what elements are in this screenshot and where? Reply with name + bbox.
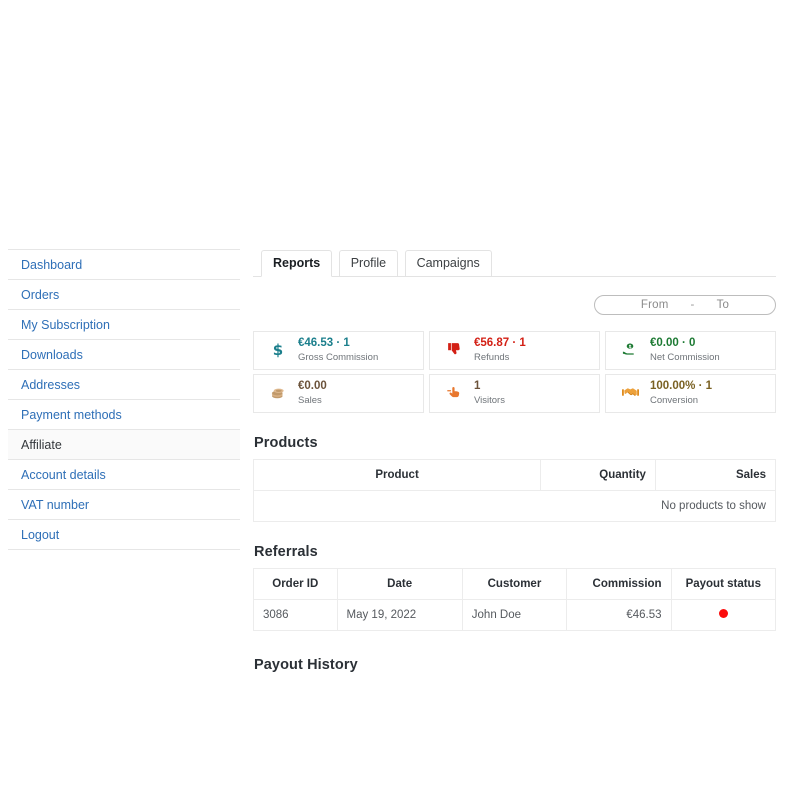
sidebar-item-label: Orders: [21, 288, 60, 302]
sidebar-item-vat-number[interactable]: VAT number: [8, 490, 240, 520]
sidebar-item-orders[interactable]: Orders: [8, 280, 240, 310]
column-header-payout-status: Payout status: [670, 568, 777, 600]
tab-profile[interactable]: Profile: [338, 250, 399, 277]
stat-label: Visitors: [474, 395, 505, 406]
stat-card-conversion: 100.00% · 1 Conversion: [605, 374, 776, 413]
sidebar-item-label: My Subscription: [21, 318, 110, 332]
sidebar-item-account-details[interactable]: Account details: [8, 460, 240, 490]
column-header-product: Product: [252, 459, 542, 491]
stat-value: €46.53 · 1: [298, 337, 350, 349]
tab-label: Profile: [350, 256, 387, 270]
tab-label: Reports: [273, 256, 321, 270]
stat-value: €0.00 · 0: [650, 337, 696, 349]
table-header-row: Product Quantity Sales: [252, 459, 777, 491]
cell-commission: €46.53: [566, 599, 672, 631]
sidebar-item-label: Dashboard: [21, 258, 83, 272]
stat-card-visitors: 1 Visitors: [429, 374, 600, 413]
sidebar-item-downloads[interactable]: Downloads: [8, 340, 240, 370]
column-header-sales: Sales: [654, 459, 777, 491]
stat-label: Refunds: [474, 352, 510, 363]
sidebar-item-addresses[interactable]: Addresses: [8, 370, 240, 400]
dollar-sign-icon: $: [272, 341, 284, 359]
date-range-from-value[interactable]: From: [641, 299, 669, 311]
products-table: Product Quantity Sales No products to sh…: [252, 459, 777, 522]
referrals-section-title: Referrals: [254, 544, 318, 560]
cell-date: May 19, 2022: [336, 599, 463, 631]
stat-label: Net Commission: [650, 352, 720, 363]
thumbs-down-icon: [440, 341, 468, 361]
stat-label: Sales: [298, 395, 322, 406]
sidebar-item-payment-methods[interactable]: Payment methods: [8, 400, 240, 430]
tab-campaigns[interactable]: Campaigns: [404, 250, 492, 277]
stat-card-sales: €0.00 Sales: [253, 374, 424, 413]
date-range-picker[interactable]: From - To: [594, 295, 776, 315]
table-header-row: Order ID Date Customer Commission Payout…: [253, 568, 777, 600]
column-header-quantity: Quantity: [540, 459, 656, 491]
column-header-order-id: Order ID: [253, 568, 338, 600]
sidebar-item-label: Account details: [21, 468, 106, 482]
affiliate-main-content: Reports Profile Campaigns From - To $ €4…: [252, 249, 777, 681]
stats-card-grid: $ €46.53 · 1 Gross Commission €56.87 · 1…: [253, 331, 776, 413]
sidebar-item-my-subscription[interactable]: My Subscription: [8, 310, 240, 340]
affiliate-dashboard-page: Dashboard Orders My Subscription Downloa…: [0, 0, 800, 800]
stat-value: 100.00% · 1: [650, 380, 713, 392]
sidebar-item-label: Addresses: [21, 378, 81, 392]
products-empty-message: No products to show: [253, 490, 776, 522]
sidebar-item-label: Payment methods: [21, 408, 122, 422]
stat-card-gross-commission: $ €46.53 · 1 Gross Commission: [253, 331, 424, 370]
pointing-hand-icon: [440, 384, 468, 404]
affiliate-tab-bar: Reports Profile Campaigns: [253, 249, 776, 277]
stat-label: Gross Commission: [298, 352, 379, 363]
tab-reports[interactable]: Reports: [261, 250, 333, 277]
table-empty-row: No products to show: [253, 490, 776, 522]
referrals-table: Order ID Date Customer Commission Payout…: [253, 568, 777, 631]
sidebar-item-label: Affiliate: [21, 438, 62, 452]
sidebar-item-label: VAT number: [21, 498, 90, 512]
cell-order-id: 3086: [253, 599, 338, 631]
column-header-date: Date: [336, 568, 463, 600]
sidebar-item-label: Logout: [21, 528, 60, 542]
date-range-to-value[interactable]: To: [717, 299, 730, 311]
column-header-customer: Customer: [461, 568, 568, 600]
cell-payout-status: [670, 599, 777, 631]
handshake-icon: [616, 384, 644, 404]
stat-value: 1: [474, 380, 481, 392]
account-sidebar-nav: Dashboard Orders My Subscription Downloa…: [8, 249, 240, 550]
sidebar-item-label: Downloads: [21, 348, 83, 362]
date-range-row: From - To: [253, 295, 776, 315]
status-badge: [718, 609, 728, 618]
coins-icon: [264, 384, 292, 404]
payout-history-section-title: Payout History: [254, 657, 358, 673]
column-header-commission: Commission: [566, 568, 672, 600]
sidebar-item-logout[interactable]: Logout: [8, 520, 240, 550]
sidebar-item-dashboard[interactable]: Dashboard: [8, 250, 240, 280]
stat-value: €56.87 · 1: [474, 337, 526, 349]
cell-customer: John Doe: [461, 599, 568, 631]
products-section-title: Products: [254, 435, 318, 451]
stat-label: Conversion: [650, 395, 699, 406]
table-row: 3086 May 19, 2022 John Doe €46.53: [253, 599, 777, 631]
tab-label: Campaigns: [416, 256, 480, 270]
stat-card-refunds: €56.87 · 1 Refunds: [429, 331, 600, 370]
stat-value: €0.00: [298, 380, 327, 392]
date-range-separator: -: [690, 299, 695, 311]
money-with-hand-icon: [616, 341, 644, 361]
sidebar-item-affiliate[interactable]: Affiliate: [8, 430, 240, 460]
stat-card-net-commission: €0.00 · 0 Net Commission: [605, 331, 776, 370]
